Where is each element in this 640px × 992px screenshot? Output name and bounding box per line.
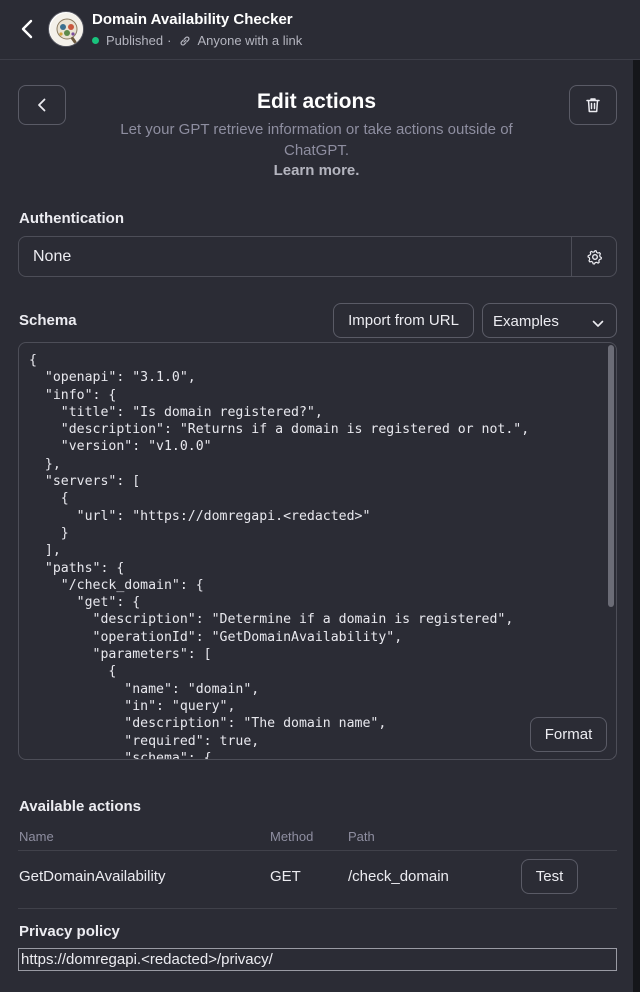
action-path: /check_domain — [348, 868, 449, 885]
authentication-label: Authentication — [19, 210, 124, 227]
status-text: Published — [106, 33, 164, 48]
column-header-name: Name — [19, 829, 54, 844]
authentication-value: None — [33, 248, 72, 265]
page-title: Edit actions — [256, 90, 377, 113]
gpt-avatar — [48, 11, 84, 47]
privacy-policy-label: Privacy policy — [19, 923, 120, 940]
schema-label: Schema — [19, 312, 77, 329]
column-header-path: Path — [348, 829, 375, 844]
table-header-divider — [18, 850, 617, 851]
learn-more-link[interactable]: Learn more. — [0, 162, 633, 179]
test-action-button[interactable]: Test — [521, 859, 578, 894]
action-method: GET — [270, 868, 301, 885]
table-bottom-divider — [18, 908, 617, 909]
gpt-name: Domain Availability Checker — [92, 11, 293, 28]
publish-status: Published · Anyone with a link — [92, 33, 302, 48]
schema-code[interactable]: { "openapi": "3.1.0", "info": { "title":… — [29, 352, 604, 759]
import-from-url-button[interactable]: Import from URL — [333, 303, 474, 338]
visibility-text: Anyone with a link — [197, 33, 303, 48]
schema-scrollbar-thumb[interactable] — [608, 345, 614, 607]
chevron-down-icon — [592, 315, 604, 333]
panel-edge — [633, 60, 640, 992]
gear-icon — [586, 249, 602, 265]
authentication-settings-button[interactable] — [572, 237, 617, 276]
examples-dropdown[interactable]: Examples — [482, 303, 617, 338]
authentication-field[interactable]: None — [18, 236, 617, 277]
status-separator: · — [167, 33, 172, 48]
link-icon — [179, 35, 191, 47]
format-button[interactable]: Format — [530, 717, 607, 752]
delete-action-button[interactable] — [569, 85, 617, 125]
page-description: Let your GPT retrieve information or tak… — [120, 121, 513, 159]
action-name: GetDomainAvailability — [19, 868, 166, 885]
back-button[interactable] — [14, 16, 40, 42]
top-bar: Domain Availability Checker Published · … — [0, 0, 640, 60]
schema-scrollbar[interactable] — [607, 345, 615, 757]
status-dot-icon — [92, 37, 99, 44]
resize-handle-icon[interactable] — [607, 751, 616, 759]
privacy-policy-input[interactable] — [18, 948, 617, 971]
column-header-method: Method — [270, 829, 314, 844]
trash-icon — [586, 98, 600, 113]
schema-editor[interactable]: { "openapi": "3.1.0", "info": { "title":… — [18, 342, 617, 760]
chevron-left-icon — [21, 19, 33, 39]
examples-dropdown-label: Examples — [493, 313, 559, 330]
available-actions-label: Available actions — [19, 798, 141, 815]
